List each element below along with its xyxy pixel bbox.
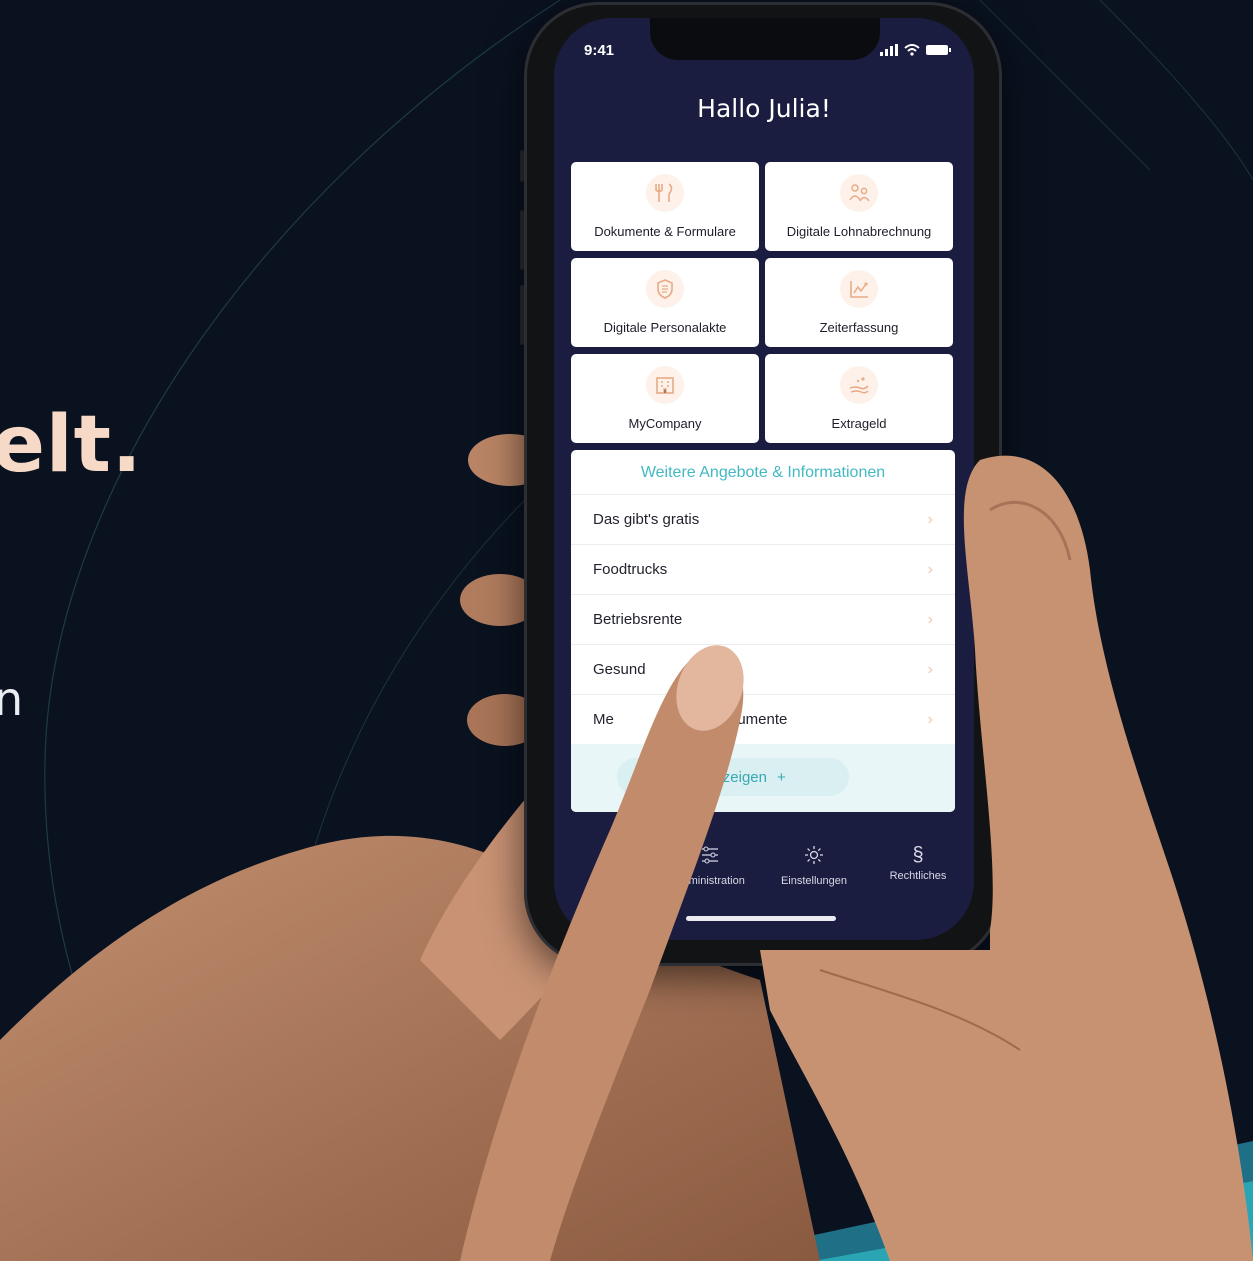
tile-personalakte[interactable]: Digitale Personalakte xyxy=(571,258,759,347)
volume-up-button xyxy=(520,210,524,270)
mute-switch xyxy=(520,150,524,182)
signal-icon xyxy=(880,44,898,56)
list-item-label: Betriebsrente xyxy=(593,611,683,628)
tile-label: Zeiterfassung xyxy=(819,320,899,335)
status-time: 9:41 xyxy=(584,42,615,59)
volume-down-button xyxy=(520,285,524,345)
tile-label: Digitale Lohnabrechnung xyxy=(786,224,932,239)
list-item-label: Das gibt's gratis xyxy=(593,511,700,528)
building-icon xyxy=(646,366,684,404)
tile-label: MyCompany xyxy=(628,416,702,431)
tile-zeiterfassung[interactable]: Zeiterfassung xyxy=(765,258,953,347)
tile-label: Extrageld xyxy=(831,416,887,431)
tile-extrageld[interactable]: Extrageld xyxy=(765,354,953,443)
tile-dokumente[interactable]: Dokumente & Formulare xyxy=(571,162,759,251)
battery-icon xyxy=(926,45,951,55)
status-icons xyxy=(880,44,952,56)
notch xyxy=(650,18,880,60)
right-hand xyxy=(760,455,1253,1261)
tile-label: Dokumente & Formulare xyxy=(594,224,736,239)
tile-mycompany[interactable]: MyCompany xyxy=(571,354,759,443)
pointing-finger xyxy=(460,645,744,1261)
tile-label: Digitale Personalakte xyxy=(603,320,727,335)
shield-icon xyxy=(646,270,684,308)
chart-icon xyxy=(840,270,878,308)
tile-lohnabrechnung[interactable]: Digitale Lohnabrechnung xyxy=(765,162,953,251)
people-icon xyxy=(840,174,878,212)
list-item-label: Foodtrucks xyxy=(593,561,668,578)
greeting: Hallo Julia! xyxy=(697,94,831,123)
money-hand-icon xyxy=(840,366,878,404)
wifi-icon xyxy=(904,44,920,56)
fork-knife-icon xyxy=(646,174,684,212)
